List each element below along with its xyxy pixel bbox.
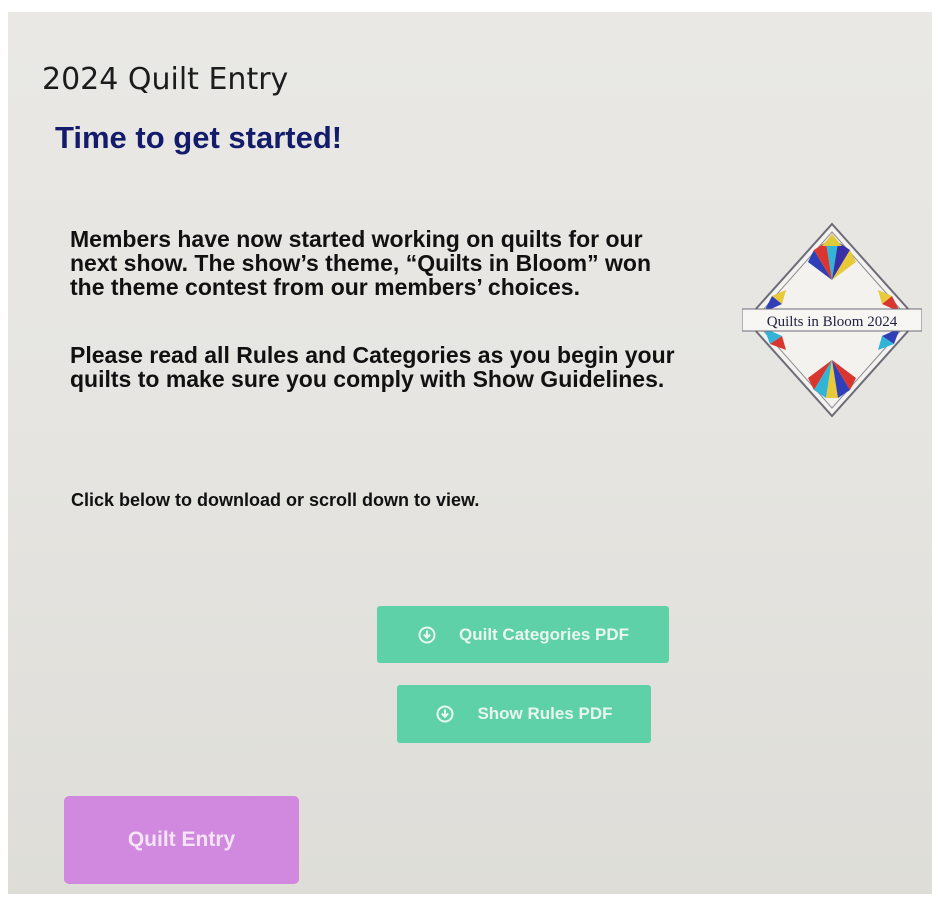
quilt-categories-pdf-label: Quilt Categories PDF	[458, 624, 630, 644]
rules-paragraph: Please read all Rules and Categories as …	[70, 342, 675, 392]
download-circle-icon	[435, 704, 455, 724]
intro-paragraph: Members have now started working on quil…	[70, 226, 652, 300]
quilt-entry-button[interactable]: Quilt Entry	[64, 796, 299, 884]
show-rules-pdf-button[interactable]: Show Rules PDF	[397, 685, 651, 743]
page-title: 2024 Quilt Entry	[42, 62, 289, 97]
download-hint: Click below to download or scroll down t…	[71, 490, 480, 510]
show-rules-pdf-label: Show Rules PDF	[477, 704, 613, 723]
logo-text: Quilts in Bloom 2024	[767, 314, 898, 330]
screen: 2024 Quilt Entry Time to get started! Me…	[8, 12, 932, 894]
download-circle-icon	[417, 625, 437, 645]
page-subtitle: Time to get started!	[55, 120, 343, 155]
quilt-categories-pdf-button[interactable]: Quilt Categories PDF	[377, 606, 669, 663]
quilts-in-bloom-logo: Quilts in Bloom 2024	[741, 220, 923, 420]
